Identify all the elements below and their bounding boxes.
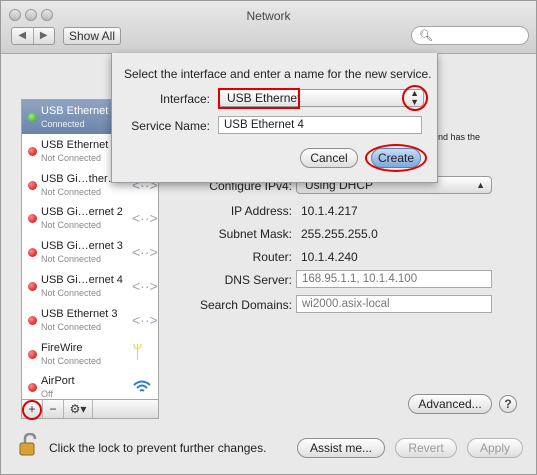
search-domains-field[interactable]: wi2000.asix-local [296, 295, 492, 313]
not-connected-status-icon [28, 281, 37, 291]
service-status: Not Connected [41, 321, 102, 332]
firewire-icon: ᛘ [132, 341, 143, 362]
revert-button[interactable]: Revert [395, 438, 457, 458]
service-item[interactable]: USB Gi…ernet 3 Not Connected <··> [22, 235, 158, 269]
ethernet-arrows-icon: <··> [132, 311, 158, 328]
router-label: Router: [252, 250, 292, 264]
search-icon: 🔍︎ [419, 30, 433, 42]
window-title: Network [246, 9, 291, 23]
new-service-sheet: Select the interface and enter a name fo… [111, 53, 438, 183]
add-button-highlight-circle [22, 400, 42, 420]
search-field[interactable]: 🔍︎ [411, 26, 529, 45]
apply-button[interactable]: Apply [467, 438, 523, 458]
navigation-segment: ◀ ▶ [11, 27, 55, 45]
dns-server-field[interactable]: 168.95.1.1, 10.1.4.100 [296, 270, 492, 288]
router-value: 10.1.4.240 [301, 250, 358, 264]
service-status: Not Connected [41, 220, 102, 231]
lock-icon[interactable] [19, 432, 39, 457]
service-status: Not Connected [41, 186, 102, 197]
not-connected-status-icon [28, 180, 37, 190]
service-name: USB Ethernet [41, 105, 109, 117]
create-highlight-circle [365, 144, 427, 172]
help-button[interactable]: ? [499, 395, 517, 413]
service-status: Not Connected [41, 287, 102, 298]
service-status: Connected [41, 119, 85, 129]
search-domains-label: Search Domains: [199, 298, 292, 312]
service-item[interactable]: USB Ethernet 3 Not Connected <··> [22, 303, 158, 337]
remove-service-button[interactable]: − [43, 400, 64, 418]
ethernet-arrows-icon: <··> [132, 210, 158, 227]
lock-message: Click the lock to prevent further change… [49, 441, 267, 455]
interface-value-highlight-box [218, 88, 300, 109]
service-status: Not Connected [41, 152, 102, 163]
service-name: AirPort [41, 375, 75, 388]
advanced-button[interactable]: Advanced... [408, 394, 492, 414]
gear-icon[interactable]: ⚙▾ [64, 400, 93, 418]
connected-status-icon [28, 113, 37, 122]
service-name: USB Gi…ernet 2 [41, 206, 123, 219]
not-connected-status-icon [28, 214, 37, 224]
service-item-firewire[interactable]: FireWire Not Connected ᛘ [22, 337, 158, 371]
dns-server-label: DNS Server: [224, 273, 292, 287]
ethernet-arrows-icon: <··> [132, 277, 158, 294]
service-item[interactable]: USB Gi…ernet 4 Not Connected <··> [22, 269, 158, 303]
show-all-button[interactable]: Show All [63, 27, 121, 45]
cancel-button[interactable]: Cancel [300, 148, 358, 168]
sheet-message: Select the interface and enter a name fo… [124, 67, 432, 81]
popup-arrows-icon: ▲ [476, 180, 485, 190]
service-item[interactable]: USB Gi…ernet 2 Not Connected <··> [22, 201, 158, 235]
subnet-mask-value: 255.255.255.0 [301, 227, 378, 241]
service-name-label: Service Name: [131, 119, 210, 133]
ethernet-arrows-icon: <··> [132, 244, 158, 261]
service-status: Not Connected [41, 355, 102, 366]
not-connected-status-icon [28, 248, 37, 258]
service-name: FireWire [41, 341, 83, 354]
service-name: USB Ethernet [41, 138, 109, 151]
title-bar: Network ◀ ▶ Show All 🔍︎ [1, 1, 536, 54]
service-name: USB Ethernet 3 [41, 307, 118, 320]
status-text-fragment: nd has the [438, 132, 481, 142]
service-name: USB Gi…ernet 4 [41, 273, 123, 286]
service-name: USB Gi…ther… [41, 172, 119, 185]
service-name-field[interactable]: USB Ethernet 4 [218, 116, 422, 134]
forward-button[interactable]: ▶ [34, 28, 55, 44]
interface-arrows-highlight-circle [402, 85, 428, 111]
service-status: Off [41, 389, 53, 400]
off-status-icon [28, 383, 37, 393]
service-status: Not Connected [41, 254, 102, 265]
wifi-icon [132, 379, 152, 398]
subnet-mask-label: Subnet Mask: [218, 227, 292, 241]
network-preferences-window: Network ◀ ▶ Show All 🔍︎ USB Ethernet Con… [0, 0, 537, 475]
not-connected-status-icon [28, 349, 37, 359]
interface-label: Interface: [159, 92, 210, 106]
service-name: USB Gi…ernet 3 [41, 240, 123, 253]
ip-address-value: 10.1.4.217 [301, 204, 358, 218]
not-connected-status-icon [28, 315, 37, 325]
back-button[interactable]: ◀ [12, 28, 34, 44]
assist-me-button[interactable]: Assist me... [297, 438, 385, 458]
not-connected-status-icon [28, 146, 37, 156]
ip-address-label: IP Address: [230, 204, 292, 218]
